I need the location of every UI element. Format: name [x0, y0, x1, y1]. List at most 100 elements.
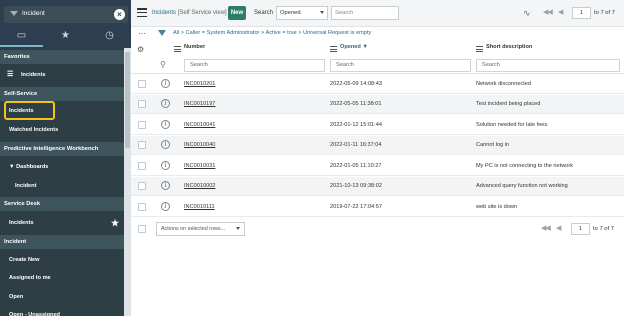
opened-cell: 2022-01-11 16:37:04	[330, 142, 382, 148]
list-view: Incidents [Self Service view] New Search…	[131, 0, 624, 316]
sidebar-item-create-new[interactable]: Create New	[0, 253, 124, 267]
table-row[interactable]: i INC0010201 2022-05-09 14:08:43 Network…	[131, 75, 624, 94]
search-icon[interactable]: ⚲	[160, 60, 166, 69]
chevron-down-icon	[320, 11, 324, 14]
sidebar-scrollbar[interactable]	[124, 48, 131, 316]
breadcrumb[interactable]: All > Caller = System Administrator > Ac…	[173, 30, 371, 36]
row-checkbox[interactable]	[138, 162, 146, 170]
previous-page-icon[interactable]: ◀	[558, 8, 563, 16]
chevron-down-icon	[236, 227, 240, 230]
page-number-input[interactable]: 1	[572, 7, 591, 19]
actions-select[interactable]: Actions on selected rows...	[156, 222, 245, 236]
info-icon[interactable]: i	[161, 181, 170, 190]
bottom-pagination: ◀◀ ◀ 1 to 7 of 7	[541, 222, 623, 236]
list-title: Incidents [Self Service view]	[152, 10, 227, 16]
scrollbar-thumb[interactable]	[125, 52, 130, 148]
search-input[interactable]: Search	[331, 6, 399, 20]
first-page-icon[interactable]: ◀◀	[543, 8, 553, 16]
sidebar-item-open[interactable]: Open	[0, 290, 124, 304]
column-menu-icon[interactable]	[174, 46, 181, 52]
description-cell: web site is down	[476, 204, 518, 210]
list-title-view: [Self Service view]	[177, 10, 227, 16]
incident-number-link[interactable]: INC0010111	[184, 204, 215, 210]
sidebar-item-dashboard-incident[interactable]: Incident	[0, 179, 124, 193]
activity-pulse-icon[interactable]: ∿	[523, 8, 531, 19]
list-menu-icon[interactable]	[137, 8, 147, 18]
sidebar-item-open-unassigned[interactable]: Open - Unassigned	[0, 308, 124, 316]
section-incident[interactable]: Incident	[0, 235, 124, 249]
table-row[interactable]: i INC0010041 2022-01-12 15:01:44 Solutio…	[131, 116, 624, 135]
info-icon[interactable]: i	[161, 120, 170, 129]
all-apps-tab-icon[interactable]: ▭	[0, 27, 43, 47]
filter-icon[interactable]	[158, 30, 166, 36]
number-search-input[interactable]: Search	[184, 59, 325, 72]
opened-cell: 2019-07-22 17:04:57	[330, 204, 382, 210]
previous-page-icon[interactable]: ◀	[556, 224, 561, 232]
sidebar-item-assigned-to-me[interactable]: Assigned to me	[0, 271, 124, 285]
opened-cell: 2021-10-13 09:38:02	[330, 183, 382, 189]
table-row[interactable]: i INC0010197 2022-05-05 11:38:01 Test in…	[131, 95, 624, 114]
clear-icon[interactable]: ×	[114, 9, 125, 20]
search-field-select[interactable]: Opened	[276, 6, 328, 20]
sidebar-item-label: Incidents	[9, 220, 34, 226]
list-footer: Actions on selected rows... ◀◀ ◀ 1 to 7 …	[131, 219, 624, 239]
first-page-icon[interactable]: ◀◀	[541, 224, 551, 232]
row-checkbox[interactable]	[138, 141, 146, 149]
info-icon[interactable]: i	[161, 79, 170, 88]
section-favorites[interactable]: Favorites	[0, 50, 124, 64]
navigator-tabs: ▭ ★ ◷	[0, 27, 131, 47]
sidebar-item-service-desk-incidents[interactable]: Incidents ★	[0, 216, 124, 230]
incident-number-link[interactable]: INC0010197	[184, 101, 215, 107]
section-predictive-intelligence[interactable]: Predictive Intelligence Workbench	[0, 142, 124, 156]
row-checkbox[interactable]	[138, 182, 146, 190]
column-header-short-description[interactable]: Short description	[486, 44, 532, 50]
sidebar-item-watched-incidents[interactable]: Watched Incidents	[0, 123, 124, 137]
incident-number-link[interactable]: INC0010201	[184, 81, 215, 87]
page-range-text: to 7 of 7	[594, 10, 615, 16]
column-header-number[interactable]: Number	[184, 44, 205, 50]
favorites-tab-icon[interactable]: ★	[44, 27, 87, 47]
description-cell: Cannot log in	[476, 142, 509, 148]
selection-highlight	[4, 101, 55, 120]
history-tab-icon[interactable]: ◷	[88, 27, 131, 47]
gear-icon[interactable]: ⚙	[137, 45, 144, 54]
description-cell: Solution needed for late fees.	[476, 122, 549, 128]
table-row[interactable]: i INC0010002 2021-10-13 09:38:02 Advance…	[131, 177, 624, 196]
info-icon[interactable]: i	[161, 99, 170, 108]
info-icon[interactable]: i	[161, 161, 170, 170]
info-icon[interactable]: i	[161, 202, 170, 211]
list-title-name[interactable]: Incidents	[152, 10, 176, 16]
incident-number-link[interactable]: INC0010031	[184, 163, 215, 169]
section-self-service[interactable]: Self-Service	[0, 87, 124, 101]
incident-number-link[interactable]: INC0010040	[184, 142, 215, 148]
info-icon[interactable]: i	[161, 140, 170, 149]
favorite-star-icon[interactable]: ★	[111, 216, 119, 230]
column-menu-icon[interactable]	[476, 46, 483, 52]
row-checkbox[interactable]	[138, 80, 146, 88]
select-all-checkbox[interactable]	[138, 225, 146, 233]
filter-navigator-input[interactable]: Incident ×	[4, 6, 128, 23]
column-menu-icon[interactable]	[330, 46, 337, 52]
opened-search-input[interactable]: Search	[330, 59, 471, 72]
favorite-item-incidents[interactable]: ☰ Incidents	[0, 68, 124, 82]
filter-icon	[10, 11, 18, 16]
description-cell: Advanced query function not working	[476, 183, 568, 189]
sidebar-item-dashboards[interactable]: ▼ Dashboards	[0, 160, 124, 174]
page-number-input[interactable]: 1	[571, 223, 590, 235]
description-search-input[interactable]: Search	[476, 59, 620, 72]
row-checkbox[interactable]	[138, 100, 146, 108]
table-row[interactable]: i INC0010040 2022-01-11 16:37:04 Cannot …	[131, 136, 624, 155]
new-button[interactable]: New	[228, 6, 246, 20]
description-cell: Test incident being placed	[476, 101, 541, 107]
filter-bar: ⋯ All > Caller = System Administrator > …	[131, 27, 624, 41]
context-menu-icon[interactable]: ⋯	[138, 29, 146, 38]
section-service-desk[interactable]: Service Desk	[0, 197, 124, 211]
table-row[interactable]: i INC0010031 2022-01-05 11:10:27 My PC i…	[131, 157, 624, 176]
favorite-item-label: Incidents	[21, 72, 46, 78]
table-row[interactable]: i INC0010111 2019-07-22 17:04:57 web sit…	[131, 198, 624, 217]
row-checkbox[interactable]	[138, 203, 146, 211]
incident-number-link[interactable]: INC0010002	[184, 183, 215, 189]
incident-number-link[interactable]: INC0010041	[184, 122, 215, 128]
row-checkbox[interactable]	[138, 121, 146, 129]
column-header-opened[interactable]: Opened ▼	[340, 44, 368, 50]
